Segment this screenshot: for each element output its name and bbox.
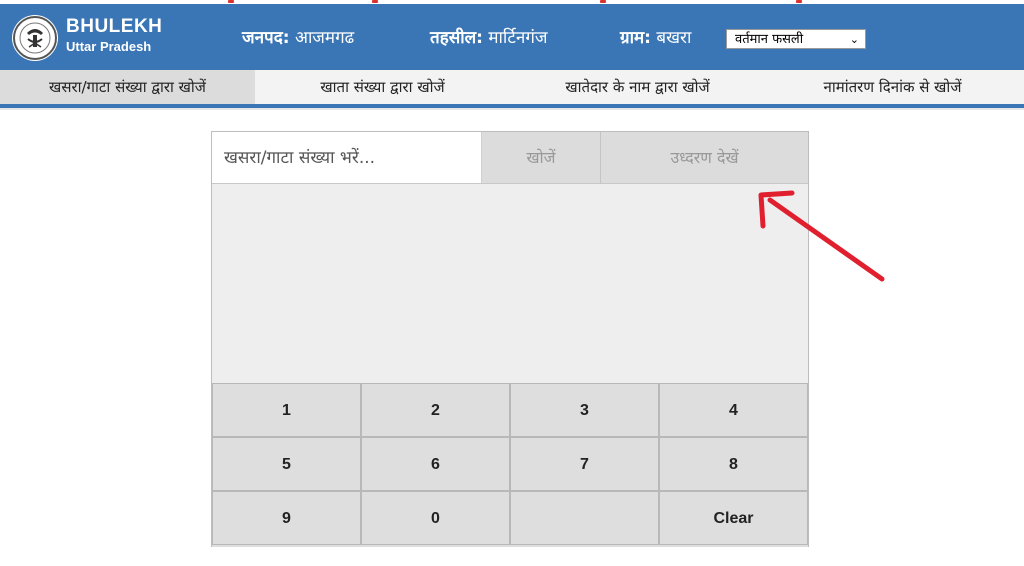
annotation-arrow-icon — [758, 190, 885, 282]
